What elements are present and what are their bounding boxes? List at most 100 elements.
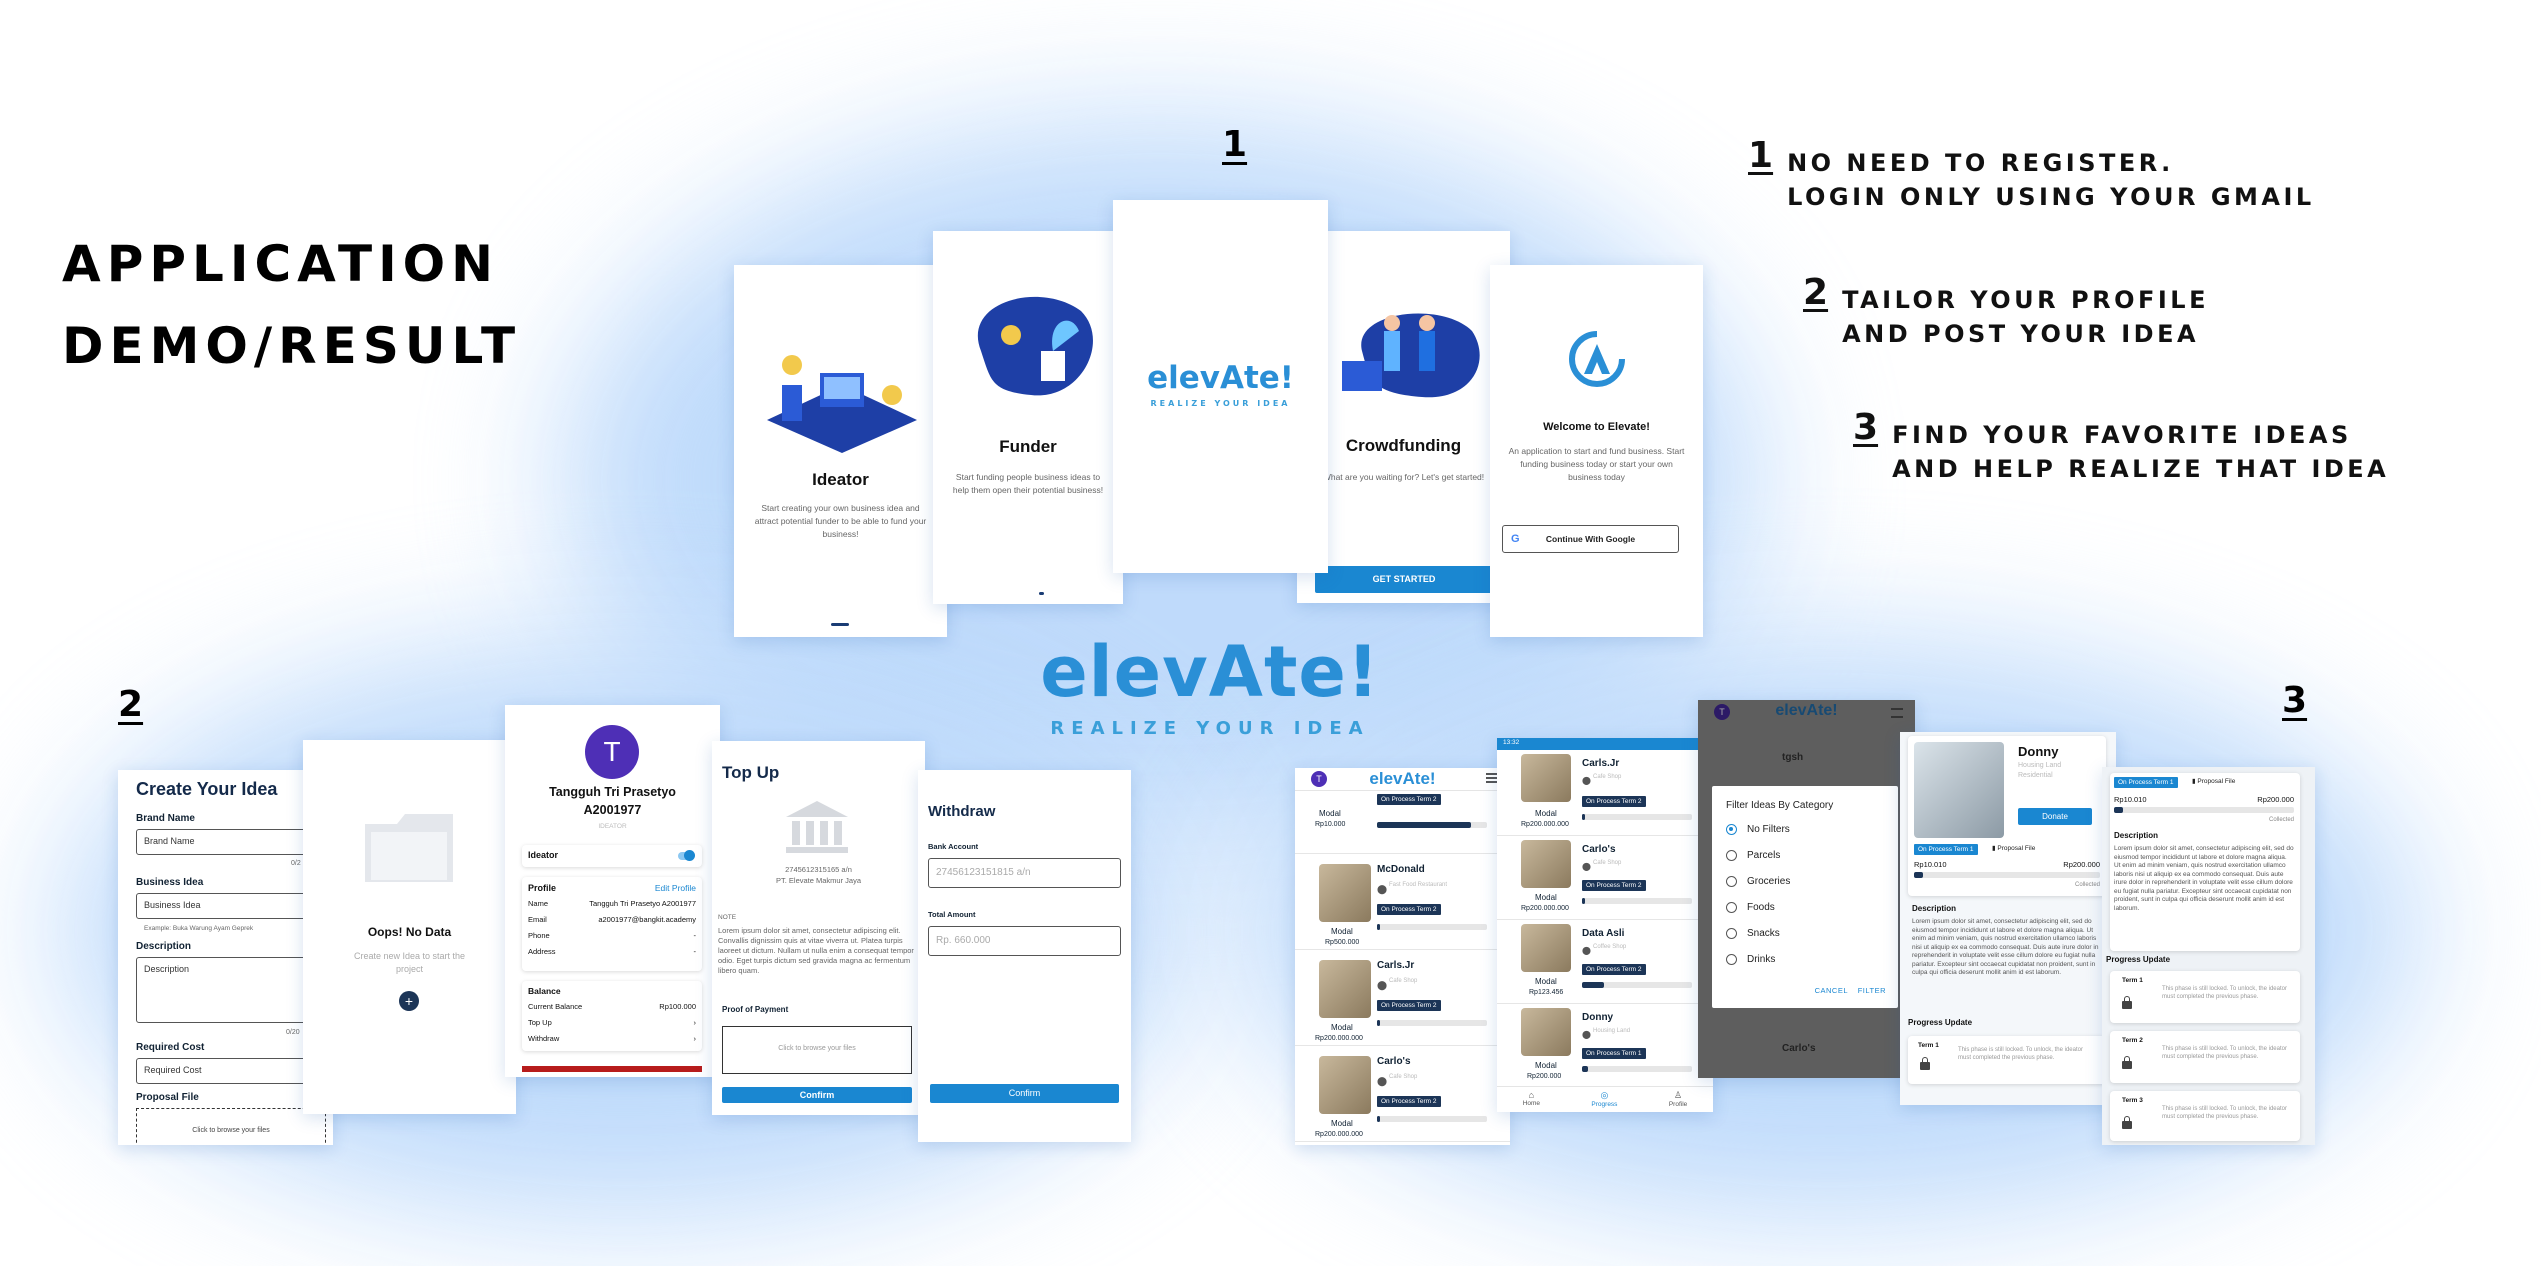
modal-value: Rp500.000 <box>1325 939 1360 946</box>
idea-thumbnail <box>1521 924 1571 972</box>
step-3: 3 FIND YOUR FAVORITE IDEAS AND HELP REAL… <box>1853 410 2389 486</box>
withdraw-row[interactable]: Withdraw › <box>528 1034 696 1043</box>
crowdfunding-illustration-icon <box>1342 313 1480 398</box>
withdraw-confirm-button[interactable]: Confirm <box>930 1084 1119 1103</box>
proposal-label: Proposal File <box>1997 845 2036 852</box>
proposal-file-link[interactable]: ▮ Proposal File <box>1992 844 2035 852</box>
screen-profile: T Tangguh Tri Prasetyo A2001977 IDEATOR … <box>505 705 720 1077</box>
list-item[interactable]: Modal Rp200.000.000 Carls.Jr ⬤ Cafe Shop… <box>1497 750 1713 836</box>
location-pin-icon: ⬤ <box>1377 980 1388 990</box>
ideator-toggle[interactable] <box>678 850 695 861</box>
ideator-toggle-label: Ideator <box>528 850 559 860</box>
profile-field-phone: Phone - <box>528 931 696 940</box>
top-up-row[interactable]: Top Up › <box>528 1018 696 1027</box>
progress-fill <box>2114 807 2123 813</box>
idea-name: Carls.Jr <box>1377 960 1415 971</box>
list-item[interactable]: Modal Rp200.000 Donny ⬤ Housing Land On … <box>1497 1004 1713 1086</box>
bank-account-input[interactable]: 27456123151815 a/n <box>928 858 1121 888</box>
donate-button[interactable]: Donate <box>2018 808 2092 825</box>
menu-icon[interactable] <box>1891 708 1903 718</box>
radio-selected-icon <box>1726 824 1737 835</box>
top-up-confirm-button[interactable]: Confirm <box>722 1087 912 1103</box>
filter-option-foods[interactable]: Foods <box>1726 902 1775 913</box>
list-item[interactable]: Modal Rp123.456 Data Asli ⬤ Coffee Shop … <box>1497 920 1713 1004</box>
proof-of-payment-dropzone[interactable]: Click to browse your files <box>722 1026 912 1074</box>
required-cost-input[interactable]: Required Cost <box>136 1058 326 1084</box>
field-key: Email <box>528 915 547 924</box>
brand-tagline: REALIZE YOUR IDEA <box>1050 718 1370 739</box>
modal-label: Modal <box>1535 1061 1557 1070</box>
no-data-title: Oops! No Data <box>367 925 452 939</box>
profile-field-name: Name Tangguh Tri Prasetyo A2001977 <box>528 899 696 908</box>
nav-home[interactable]: ⌂ Home <box>1523 1087 1540 1112</box>
idea-thumbnail <box>1319 1056 1371 1114</box>
progress-bar <box>1582 1066 1692 1072</box>
modal-label: Modal <box>1535 893 1557 902</box>
field-key: Address <box>528 947 556 956</box>
google-login-button[interactable]: G Continue With Google <box>1502 525 1679 553</box>
idea-thumbnail <box>1319 864 1371 922</box>
list-item[interactable]: Modal Rp10.000 On Process Term 2 <box>1295 792 1510 854</box>
nav-profile[interactable]: ♙ Profile <box>1669 1087 1687 1112</box>
idea-name: Data Asli <box>1582 928 1625 939</box>
proposal-file-link[interactable]: ▮ Proposal File <box>2192 777 2235 785</box>
list-item[interactable]: Modal Rp500.000 McDonald ⬤ Fast Food Res… <box>1295 854 1510 950</box>
bank-account-label: Bank Account <box>928 842 979 851</box>
term-label: Term 2 <box>2122 1037 2143 1044</box>
filter-option-no-filters[interactable]: No Filters <box>1726 824 1790 835</box>
step-number: 1 <box>1748 135 1774 176</box>
screen-ideator: Ideator Start creating your own business… <box>734 265 947 637</box>
idea-category: Housing Land <box>1593 1028 1631 1034</box>
nav-progress[interactable]: ◎ Progress <box>1591 1087 1617 1112</box>
filter-apply-button[interactable]: FILTER <box>1858 986 1886 995</box>
filter-option-snacks[interactable]: Snacks <box>1726 928 1780 939</box>
brand-name: elevAte! <box>1040 631 1380 713</box>
idea-category: Cafe Shop <box>1593 774 1622 780</box>
page-indicator <box>1039 592 1044 595</box>
get-started-button[interactable]: GET STARTED <box>1315 566 1493 593</box>
modal-value: Rp123.456 <box>1529 989 1564 996</box>
goal-amount: Rp200.000 <box>2257 795 2294 804</box>
list-item[interactable]: Modal Rp200.000.000 Carls.Jr ⬤ Cafe Shop… <box>1295 950 1510 1046</box>
business-idea-input[interactable]: Business Idea <box>136 893 326 919</box>
filter-option-drinks[interactable]: Drinks <box>1726 954 1775 965</box>
progress-fill <box>1377 1116 1381 1122</box>
filter-option-parcels[interactable]: Parcels <box>1726 850 1780 861</box>
detail-card: On Process Term 1 ▮ Proposal File Rp10.0… <box>2110 773 2300 951</box>
ideator-desc: Start creating your own business idea an… <box>754 503 927 539</box>
progress-bar <box>1377 1020 1487 1026</box>
background-item-name: tgsh <box>1782 752 1804 763</box>
screen-idea-detail-progress: On Process Term 1 ▮ Proposal File Rp10.0… <box>2102 767 2315 1145</box>
term-card: Term 1 This phase is still locked. To un… <box>1908 1036 2106 1084</box>
filter-dialog: Filter Ideas By Category No Filters Parc… <box>1712 786 1898 1008</box>
brand-name-label: Brand Name <box>136 813 195 824</box>
logout-button[interactable] <box>522 1066 702 1072</box>
total-amount-input[interactable]: Rp. 660.000 <box>928 926 1121 956</box>
proof-hint: Click to browse your files <box>778 1045 856 1052</box>
profile-section-label: Profile <box>528 883 557 893</box>
description-textarea[interactable]: Description <box>136 957 326 1023</box>
section-number-3: 3 <box>2282 680 2308 721</box>
ideator-illustration-icon <box>767 355 917 453</box>
screen-funder: Funder Start funding people business ide… <box>933 231 1123 604</box>
divider <box>1295 790 1510 791</box>
location-pin-icon: ⬤ <box>1377 884 1388 894</box>
proposal-file-label: Proposal File <box>136 1092 199 1103</box>
profile-field-address: Address - <box>528 947 696 956</box>
welcome-desc: An application to start and fund busines… <box>1508 446 1685 482</box>
edit-profile-link[interactable]: Edit Profile <box>655 883 696 893</box>
modal-label: Modal <box>1319 809 1341 818</box>
list-item[interactable]: Modal Rp200.000.000 Carlo's ⬤ Cafe Shop … <box>1497 836 1713 920</box>
location-pin-icon: ⬤ <box>1582 1030 1591 1039</box>
section-number-1: 1 <box>1222 124 1248 165</box>
filter-cancel-button[interactable]: CANCEL <box>1815 986 1848 995</box>
list-item[interactable]: Modal Rp200.000.000 Carlo's ⬤ Cafe Shop … <box>1295 1046 1510 1142</box>
app-logo: elevAte! <box>1369 769 1436 788</box>
status-badge: On Process Term 1 <box>1914 844 1978 855</box>
proposal-file-dropzone[interactable]: Click to browse your files <box>136 1108 326 1145</box>
filter-option-groceries[interactable]: Groceries <box>1726 876 1790 887</box>
brand-name-input[interactable]: Brand Name <box>136 829 326 855</box>
idea-sub: Residential <box>2018 772 2053 779</box>
idea-thumbnail <box>1521 754 1571 802</box>
add-idea-button[interactable]: + <box>399 991 419 1011</box>
